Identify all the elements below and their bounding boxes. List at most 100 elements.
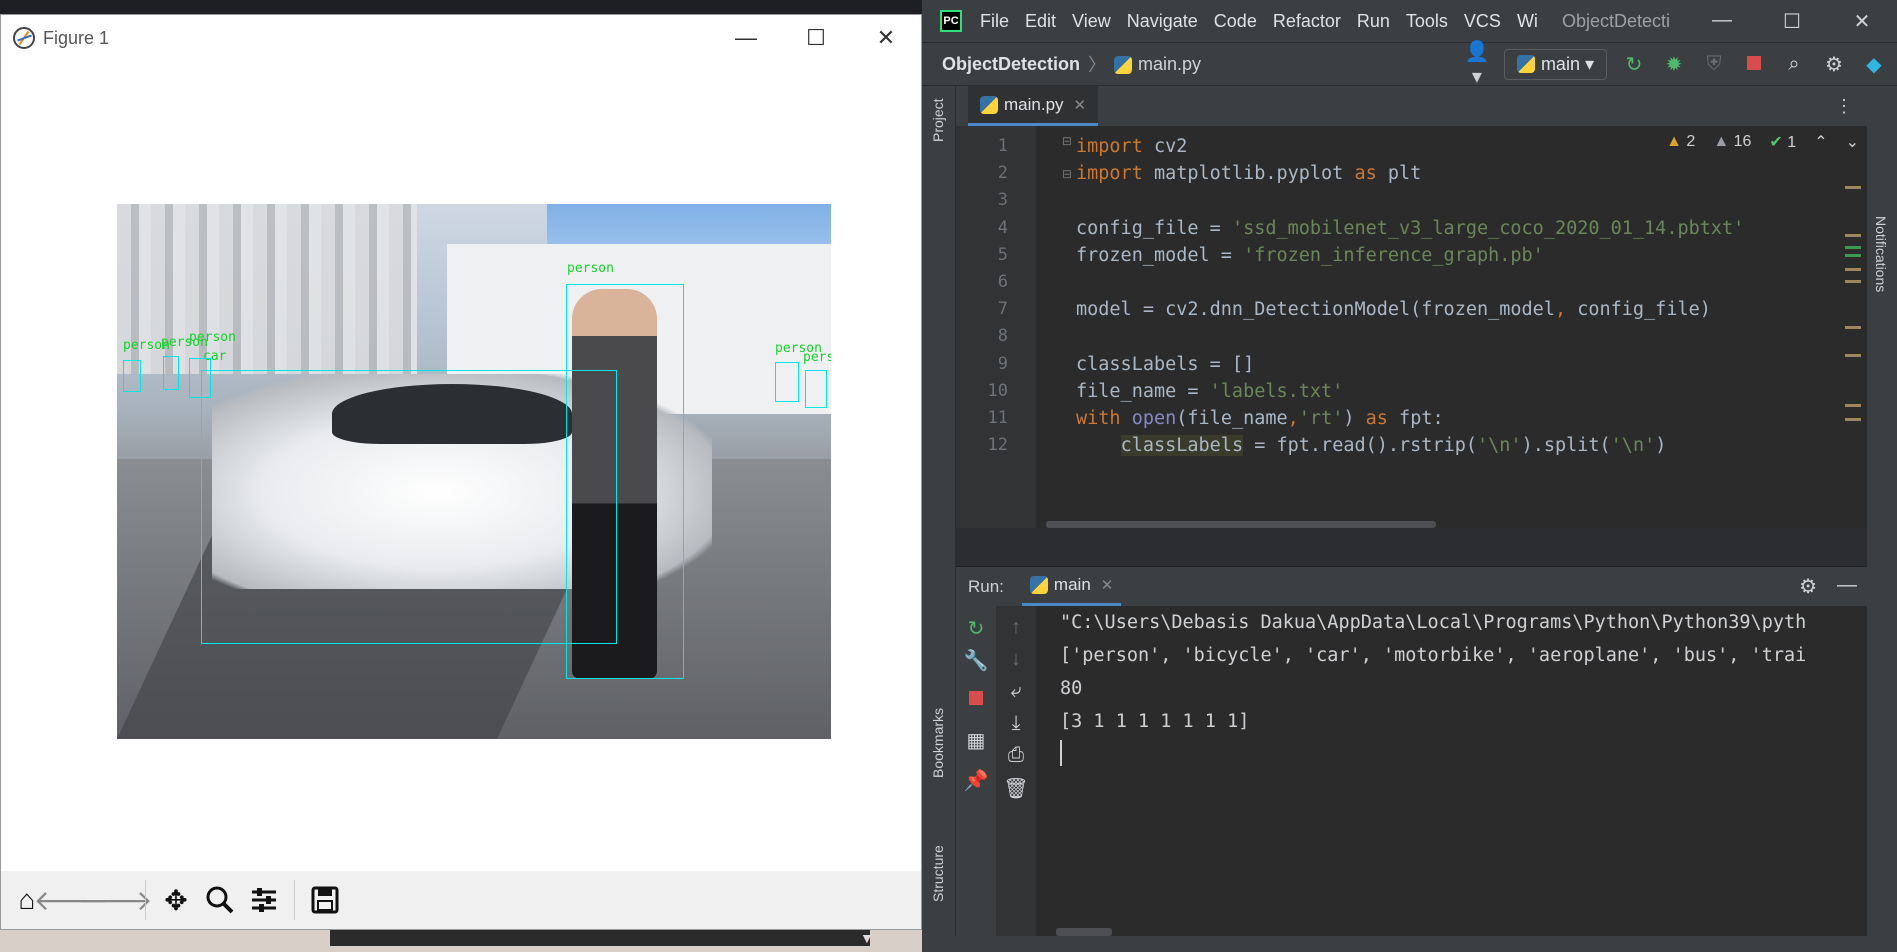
console-line: 80 — [1060, 678, 1083, 699]
code-token: , — [1554, 299, 1567, 321]
trash-icon[interactable]: 🗑 — [996, 776, 1036, 801]
pan-icon[interactable]: ✥ — [156, 880, 196, 920]
menu-file[interactable]: File — [980, 11, 1009, 32]
ide-maximize-button[interactable]: ☐ — [1757, 9, 1827, 34]
menu-view[interactable]: View — [1072, 11, 1111, 32]
hide-icon[interactable]: — — [1837, 574, 1857, 599]
wrench-icon[interactable]: 🔧 — [956, 648, 996, 673]
breadcrumb-project[interactable]: ObjectDetection — [942, 54, 1080, 75]
inspection-widget[interactable]: ▲ 2 ▲ 16 ✔ 1 ⌃ ⌄ — [1666, 132, 1859, 152]
project-tool-button[interactable]: Project — [930, 98, 946, 142]
code-token: plt — [1376, 163, 1422, 185]
menu-edit[interactable]: Edit — [1025, 11, 1056, 32]
pin-icon[interactable]: 📌 — [956, 768, 996, 793]
layout-icon[interactable]: ▦ — [956, 728, 996, 753]
forward-icon[interactable]: 🡒 — [77, 880, 152, 920]
code-token: 'frozen_inference_graph.pb' — [1243, 244, 1544, 266]
tab-main-py[interactable]: main.py ✕ — [968, 86, 1099, 126]
menu-navigate[interactable]: Navigate — [1127, 11, 1198, 32]
menu-tools[interactable]: Tools — [1406, 11, 1448, 32]
figure-canvas[interactable]: person car person person person person p… — [1, 61, 921, 873]
code-token: with — [1076, 408, 1132, 429]
code-token: as — [1354, 163, 1377, 185]
code-token: matplotlib.pyplot — [1142, 163, 1355, 185]
menu-refactor[interactable]: Refactor — [1273, 11, 1341, 32]
soft-wrap-icon[interactable]: ⤶ — [996, 680, 1036, 703]
stop-icon[interactable] — [956, 688, 996, 711]
code-token: '\n' — [1610, 435, 1656, 457]
jetbrains-icon[interactable]: ◆ — [1861, 52, 1887, 77]
console-line: [3 1 1 1 1 1 1 1] — [1060, 711, 1250, 732]
configure-subplots-icon[interactable] — [244, 880, 284, 920]
code-token: classLabels = [] — [1076, 353, 1255, 375]
stop-icon[interactable] — [1741, 53, 1767, 76]
pycharm-logo-icon: PC — [940, 10, 962, 32]
bbox-label: person — [189, 330, 236, 345]
figure-titlebar: Figure 1 — ☐ ✕ — [1, 15, 921, 61]
save-icon[interactable] — [305, 880, 345, 920]
code-token: 'rt' — [1298, 408, 1344, 429]
bookmarks-tool-button[interactable]: Bookmarks — [930, 708, 946, 778]
figure-window: Figure 1 — ☐ ✕ person car person person — [0, 14, 922, 930]
matplotlib-logo-icon — [13, 27, 35, 49]
close-button[interactable]: ✕ — [851, 15, 921, 61]
maximize-button[interactable]: ☐ — [781, 15, 851, 61]
coverage-icon[interactable]: ⛨ — [1701, 53, 1727, 76]
code-token: , — [1287, 408, 1299, 429]
run-tab-main[interactable]: main ✕ — [1021, 567, 1122, 606]
tab-label: main.py — [1004, 94, 1064, 114]
scroll-to-end-icon[interactable]: ⤓ — [996, 712, 1036, 735]
ide-close-button[interactable]: ✕ — [1827, 9, 1897, 34]
line-number: 12 — [987, 435, 1008, 456]
run-config-label: main — [1540, 53, 1580, 74]
error-stripe[interactable] — [1845, 186, 1861, 516]
print-icon[interactable]: ⎙ — [996, 744, 1036, 767]
gear-icon[interactable]: ⚙ — [1799, 574, 1817, 599]
rerun-icon[interactable]: ↻ — [1621, 52, 1647, 77]
chevron-down-icon[interactable]: ⌄ — [1846, 132, 1859, 152]
horizontal-scrollbar[interactable] — [1046, 521, 1436, 528]
chevron-up-icon[interactable]: ⌃ — [1814, 132, 1827, 152]
detection-result-image: person car person person person person p… — [117, 204, 831, 739]
code-token: 'labels.txt' — [1209, 380, 1344, 402]
ide-minimize-button[interactable]: — — [1687, 9, 1757, 34]
horizontal-scrollbar[interactable] — [1056, 928, 1112, 936]
bbox-label: person — [803, 350, 831, 365]
menu-vcs[interactable]: VCS — [1464, 11, 1501, 32]
typos-count[interactable]: ✔ 1 — [1769, 132, 1796, 152]
menu-run[interactable]: Run — [1357, 11, 1390, 32]
more-options-icon[interactable]: ⋮ — [1835, 96, 1853, 117]
arrow-up-icon[interactable]: ↑ — [996, 616, 1036, 639]
code-token: config_file = — [1076, 217, 1232, 239]
weak-warnings-count[interactable]: ▲ 16 — [1713, 133, 1751, 151]
rerun-icon[interactable]: ↻ — [956, 616, 996, 641]
code-token: = fpt.read().rstrip( — [1243, 435, 1477, 457]
zoom-icon[interactable] — [200, 880, 240, 920]
code-line[interactable]: 12 classLabels = fpt.read().rstrip('\n')… — [956, 429, 1867, 462]
run-configuration-select[interactable]: main ▾ — [1503, 48, 1607, 80]
code-token: ) — [1343, 408, 1366, 429]
breadcrumb-file[interactable]: main.py — [1114, 54, 1201, 75]
close-icon[interactable]: ✕ — [1074, 96, 1087, 114]
close-icon[interactable]: ✕ — [1101, 576, 1114, 594]
code-editor[interactable]: 1 import cv2 2 import matplotlib.pyplot as … — [956, 126, 1867, 528]
fold-icon[interactable]: ⊟ — [1062, 167, 1072, 181]
notifications-tool-button[interactable]: Notifications — [1873, 216, 1889, 292]
warnings-count[interactable]: ▲ 2 — [1666, 133, 1695, 151]
fold-icon[interactable]: ⊟ — [1062, 134, 1072, 148]
user-icon[interactable]: 👤▾ — [1464, 39, 1490, 89]
menu-window[interactable]: Wi — [1517, 11, 1538, 32]
search-icon[interactable]: ⌕ — [1781, 53, 1807, 76]
minimize-button[interactable]: — — [711, 15, 781, 61]
navigation-bar: ObjectDetection 〉 main.py 👤▾ main ▾ ↻ ✹ … — [922, 39, 1897, 89]
gear-icon[interactable]: ⚙ — [1821, 52, 1847, 77]
run-console[interactable]: "C:\Users\Debasis Dakua\AppData\Local\Pr… — [1036, 606, 1867, 936]
menu-code[interactable]: Code — [1214, 11, 1257, 32]
code-text: classLabels = fpt.read().rstrip('\n').sp… — [1076, 429, 1666, 462]
arrow-down-icon[interactable]: ↓ — [996, 648, 1036, 671]
console-toolbar: ↑ ↓ ⤶ ⤓ ⎙ 🗑 — [996, 606, 1036, 936]
code-token: ) — [1655, 435, 1667, 457]
window-title: ObjectDetecti — [1561, 10, 1670, 31]
debug-icon[interactable]: ✹ — [1661, 52, 1687, 77]
structure-tool-button[interactable]: Structure — [930, 845, 946, 902]
